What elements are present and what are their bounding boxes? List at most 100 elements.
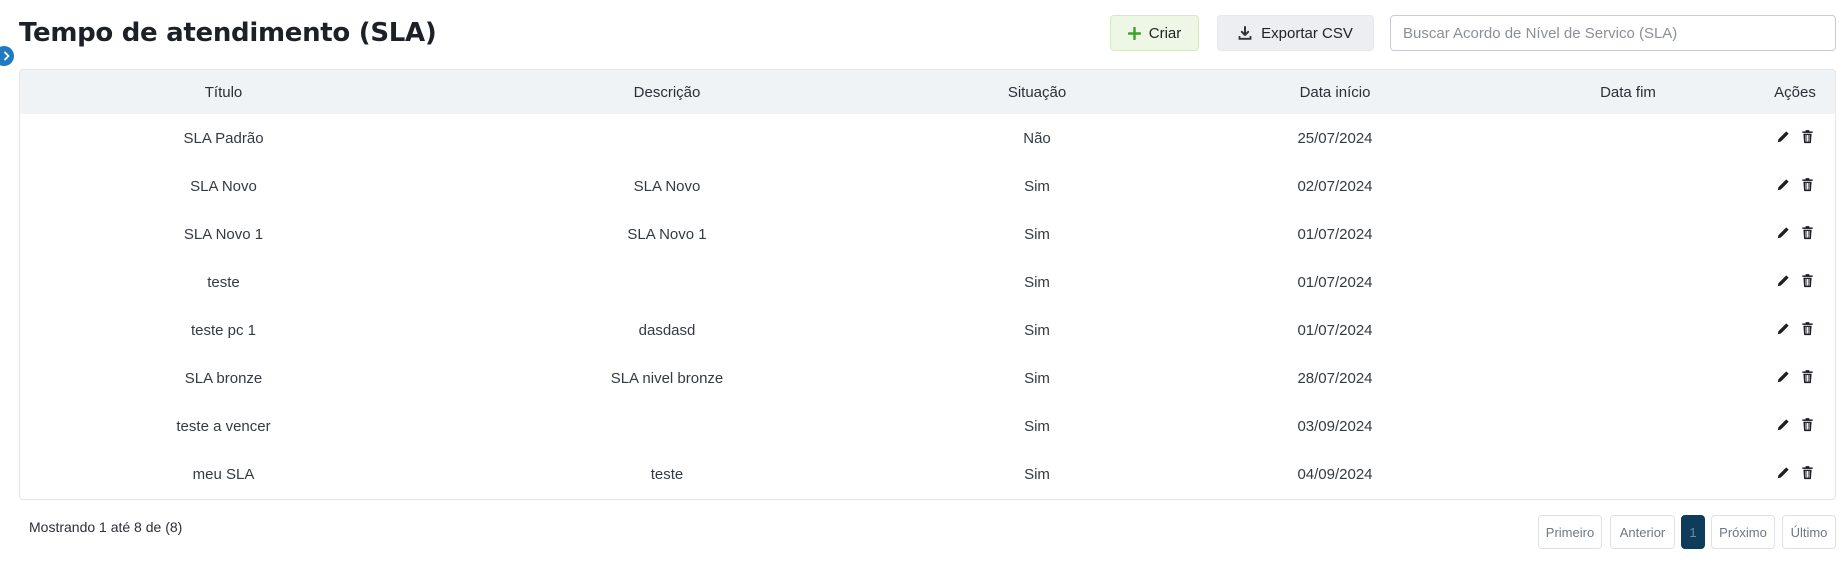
cell-situacao: Sim xyxy=(1024,321,1050,339)
cell-titulo: SLA Padrão xyxy=(183,129,264,147)
trash-icon xyxy=(1801,369,1813,383)
cell-data-inicio: 28/07/2024 xyxy=(1297,369,1373,387)
cell-acoes xyxy=(1753,450,1835,498)
table-row: SLA Novo 1 SLA Novo 1 Sim 01/07/2024 xyxy=(20,210,1835,258)
table-row: teste pc 1 dasdasd Sim 01/07/2024 xyxy=(20,306,1835,354)
table-header-row: Título Descrição Situação Data início Da… xyxy=(20,70,1835,114)
pencil-icon xyxy=(1777,178,1789,190)
delete-button[interactable] xyxy=(1800,225,1815,240)
pencil-icon xyxy=(1777,130,1789,142)
cell-acoes xyxy=(1753,162,1835,210)
trash-icon xyxy=(1801,225,1813,239)
trash-icon xyxy=(1801,273,1813,287)
row-actions xyxy=(1776,273,1815,288)
cell-acoes xyxy=(1753,402,1835,450)
search-input[interactable] xyxy=(1390,15,1836,51)
cell-data-fim xyxy=(1503,306,1753,354)
page-title: Tempo de atendimento (SLA) xyxy=(19,18,437,48)
cell-data-inicio: 01/07/2024 xyxy=(1297,321,1373,339)
pencil-icon xyxy=(1777,466,1789,478)
table-row: SLA Novo SLA Novo Sim 02/07/2024 xyxy=(20,162,1835,210)
cell-titulo: teste pc 1 xyxy=(190,321,257,339)
edit-button[interactable] xyxy=(1776,465,1791,480)
create-button-label: Criar xyxy=(1148,24,1182,42)
sidebar-toggle-button[interactable] xyxy=(0,46,14,66)
cell-data-fim xyxy=(1503,210,1753,258)
cell-data-fim xyxy=(1503,450,1753,498)
cell-data-inicio: 02/07/2024 xyxy=(1297,177,1373,195)
cell-acoes xyxy=(1753,354,1835,402)
edit-button[interactable] xyxy=(1776,273,1791,288)
row-actions xyxy=(1776,465,1815,480)
column-header-situacao[interactable]: Situação xyxy=(907,70,1167,114)
pencil-icon xyxy=(1777,226,1789,238)
edit-button[interactable] xyxy=(1776,177,1791,192)
cell-descricao: SLA Novo 1 xyxy=(627,225,707,243)
cell-situacao: Sim xyxy=(1024,417,1050,435)
cell-situacao: Sim xyxy=(1024,369,1050,387)
column-header-data-fim[interactable]: Data fim xyxy=(1503,70,1753,114)
trash-icon xyxy=(1801,321,1813,335)
pagination-last-button[interactable]: Último xyxy=(1782,515,1836,549)
export-csv-button-label: Exportar CSV xyxy=(1261,24,1353,42)
pencil-icon xyxy=(1777,370,1789,382)
export-csv-button[interactable]: Exportar CSV xyxy=(1217,15,1374,51)
cell-situacao: Sim xyxy=(1024,465,1050,483)
cell-situacao: Sim xyxy=(1024,225,1050,243)
cell-titulo: meu SLA xyxy=(192,465,255,483)
edit-button[interactable] xyxy=(1776,321,1791,336)
cell-titulo: SLA bronze xyxy=(184,369,263,387)
row-actions xyxy=(1776,321,1815,336)
cell-situacao: Sim xyxy=(1024,177,1050,195)
cell-descricao xyxy=(427,114,907,162)
cell-data-fim xyxy=(1503,354,1753,402)
column-header-acoes: Ações xyxy=(1774,83,1816,101)
delete-button[interactable] xyxy=(1800,129,1815,144)
cell-descricao: teste xyxy=(650,465,684,483)
cell-data-inicio: 01/07/2024 xyxy=(1297,273,1373,291)
table-row: teste Sim 01/07/2024 xyxy=(20,258,1835,306)
pagination-first-button[interactable]: Primeiro xyxy=(1538,515,1602,549)
column-header-data-inicio[interactable]: Data início xyxy=(1167,70,1503,114)
delete-button[interactable] xyxy=(1800,369,1815,384)
column-header-descricao[interactable]: Descrição xyxy=(427,70,907,114)
delete-button[interactable] xyxy=(1800,177,1815,192)
create-button[interactable]: Criar xyxy=(1110,15,1199,51)
edit-button[interactable] xyxy=(1776,225,1791,240)
trash-icon xyxy=(1801,465,1813,479)
cell-data-fim xyxy=(1503,402,1753,450)
row-actions xyxy=(1776,225,1815,240)
cell-descricao: dasdasd xyxy=(638,321,696,339)
cell-titulo: SLA Novo 1 xyxy=(183,225,264,243)
row-actions xyxy=(1776,417,1815,432)
pagination-next-button[interactable]: Próximo xyxy=(1711,515,1775,549)
sla-table: Título Descrição Situação Data início Da… xyxy=(20,70,1835,498)
plus-icon xyxy=(1127,26,1141,40)
sla-table-container: Título Descrição Situação Data início Da… xyxy=(19,69,1836,500)
cell-titulo: SLA Novo xyxy=(190,177,257,195)
cell-data-inicio: 03/09/2024 xyxy=(1297,417,1373,435)
column-header-titulo[interactable]: Título xyxy=(20,70,427,114)
trash-icon xyxy=(1801,177,1813,191)
edit-button[interactable] xyxy=(1776,417,1791,432)
cell-descricao xyxy=(427,402,907,450)
cell-data-fim xyxy=(1503,162,1753,210)
edit-button[interactable] xyxy=(1776,369,1791,384)
edit-button[interactable] xyxy=(1776,129,1791,144)
cell-descricao: SLA Novo xyxy=(633,177,701,195)
pencil-icon xyxy=(1777,418,1789,430)
trash-icon xyxy=(1801,129,1813,143)
delete-button[interactable] xyxy=(1800,417,1815,432)
pagination-previous-button[interactable]: Anterior xyxy=(1610,515,1675,549)
row-actions xyxy=(1776,369,1815,384)
cell-titulo: teste xyxy=(207,273,240,291)
cell-situacao: Sim xyxy=(1024,273,1050,291)
table-row: teste a vencer Sim 03/09/2024 xyxy=(20,402,1835,450)
cell-data-fim xyxy=(1503,258,1753,306)
delete-button[interactable] xyxy=(1800,465,1815,480)
trash-icon xyxy=(1801,417,1813,431)
delete-button[interactable] xyxy=(1800,273,1815,288)
pagination-page-1[interactable]: 1 xyxy=(1681,515,1705,549)
cell-data-inicio: 04/09/2024 xyxy=(1297,465,1373,483)
delete-button[interactable] xyxy=(1800,321,1815,336)
